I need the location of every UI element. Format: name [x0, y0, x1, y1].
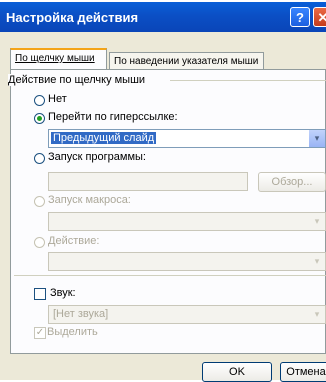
chevron-down-icon: ▾ — [309, 306, 325, 323]
chevron-down-icon[interactable]: ▾ — [309, 130, 325, 147]
sound-select[interactable]: [Нет звука] ▾ — [48, 305, 326, 324]
section-divider — [14, 275, 326, 276]
tab-mouse-over[interactable]: По наведении указателя мыши — [109, 52, 264, 69]
radio-none[interactable] — [34, 95, 45, 106]
radio-program-label[interactable]: Запуск программы: — [48, 151, 146, 163]
radio-none-label[interactable]: Нет — [48, 93, 67, 105]
radio-hyperlink[interactable] — [34, 113, 45, 124]
highlight-checkbox[interactable]: ✓ — [34, 327, 46, 339]
macro-select[interactable]: ▾ — [48, 212, 326, 231]
radio-action-label: Действие: — [48, 235, 100, 247]
ok-button[interactable]: OK — [202, 362, 272, 382]
help-button[interactable]: ? — [290, 7, 310, 27]
dialog-title: Настройка действия — [6, 10, 139, 25]
highlight-label: Выделить — [47, 326, 98, 338]
hyperlink-select[interactable]: Предыдущий слайд ▾ — [48, 129, 326, 148]
tab-mouse-click[interactable]: По щелчку мыши — [10, 48, 107, 69]
chevron-down-icon: ▾ — [309, 213, 325, 230]
radio-macro[interactable] — [34, 196, 45, 207]
hyperlink-select-value: Предыдущий слайд — [51, 132, 157, 144]
group-divider — [170, 80, 326, 81]
radio-action[interactable] — [34, 237, 45, 248]
radio-program[interactable] — [34, 153, 45, 164]
program-path-input[interactable] — [48, 172, 248, 191]
chevron-down-icon: ▾ — [309, 253, 325, 270]
cancel-button[interactable]: Отмена — [280, 362, 326, 382]
action-settings-dialog: Настройка действия ? ✕ По щелчку мыши По… — [0, 2, 326, 382]
close-button[interactable]: ✕ — [313, 7, 326, 27]
sound-label[interactable]: Звук: — [50, 287, 76, 299]
radio-macro-label: Запуск макроса: — [48, 194, 131, 206]
radio-hyperlink-label[interactable]: Перейти по гиперссылке: — [48, 111, 178, 123]
title-bar[interactable]: Настройка действия ? ✕ — [0, 2, 326, 32]
sound-checkbox[interactable] — [34, 288, 46, 300]
sound-select-value: [Нет звука] — [53, 308, 109, 320]
action-select[interactable]: ▾ — [48, 252, 326, 271]
browse-button[interactable]: Обзор... — [258, 172, 326, 192]
action-group-label: Действие по щелчку мыши — [8, 74, 150, 86]
